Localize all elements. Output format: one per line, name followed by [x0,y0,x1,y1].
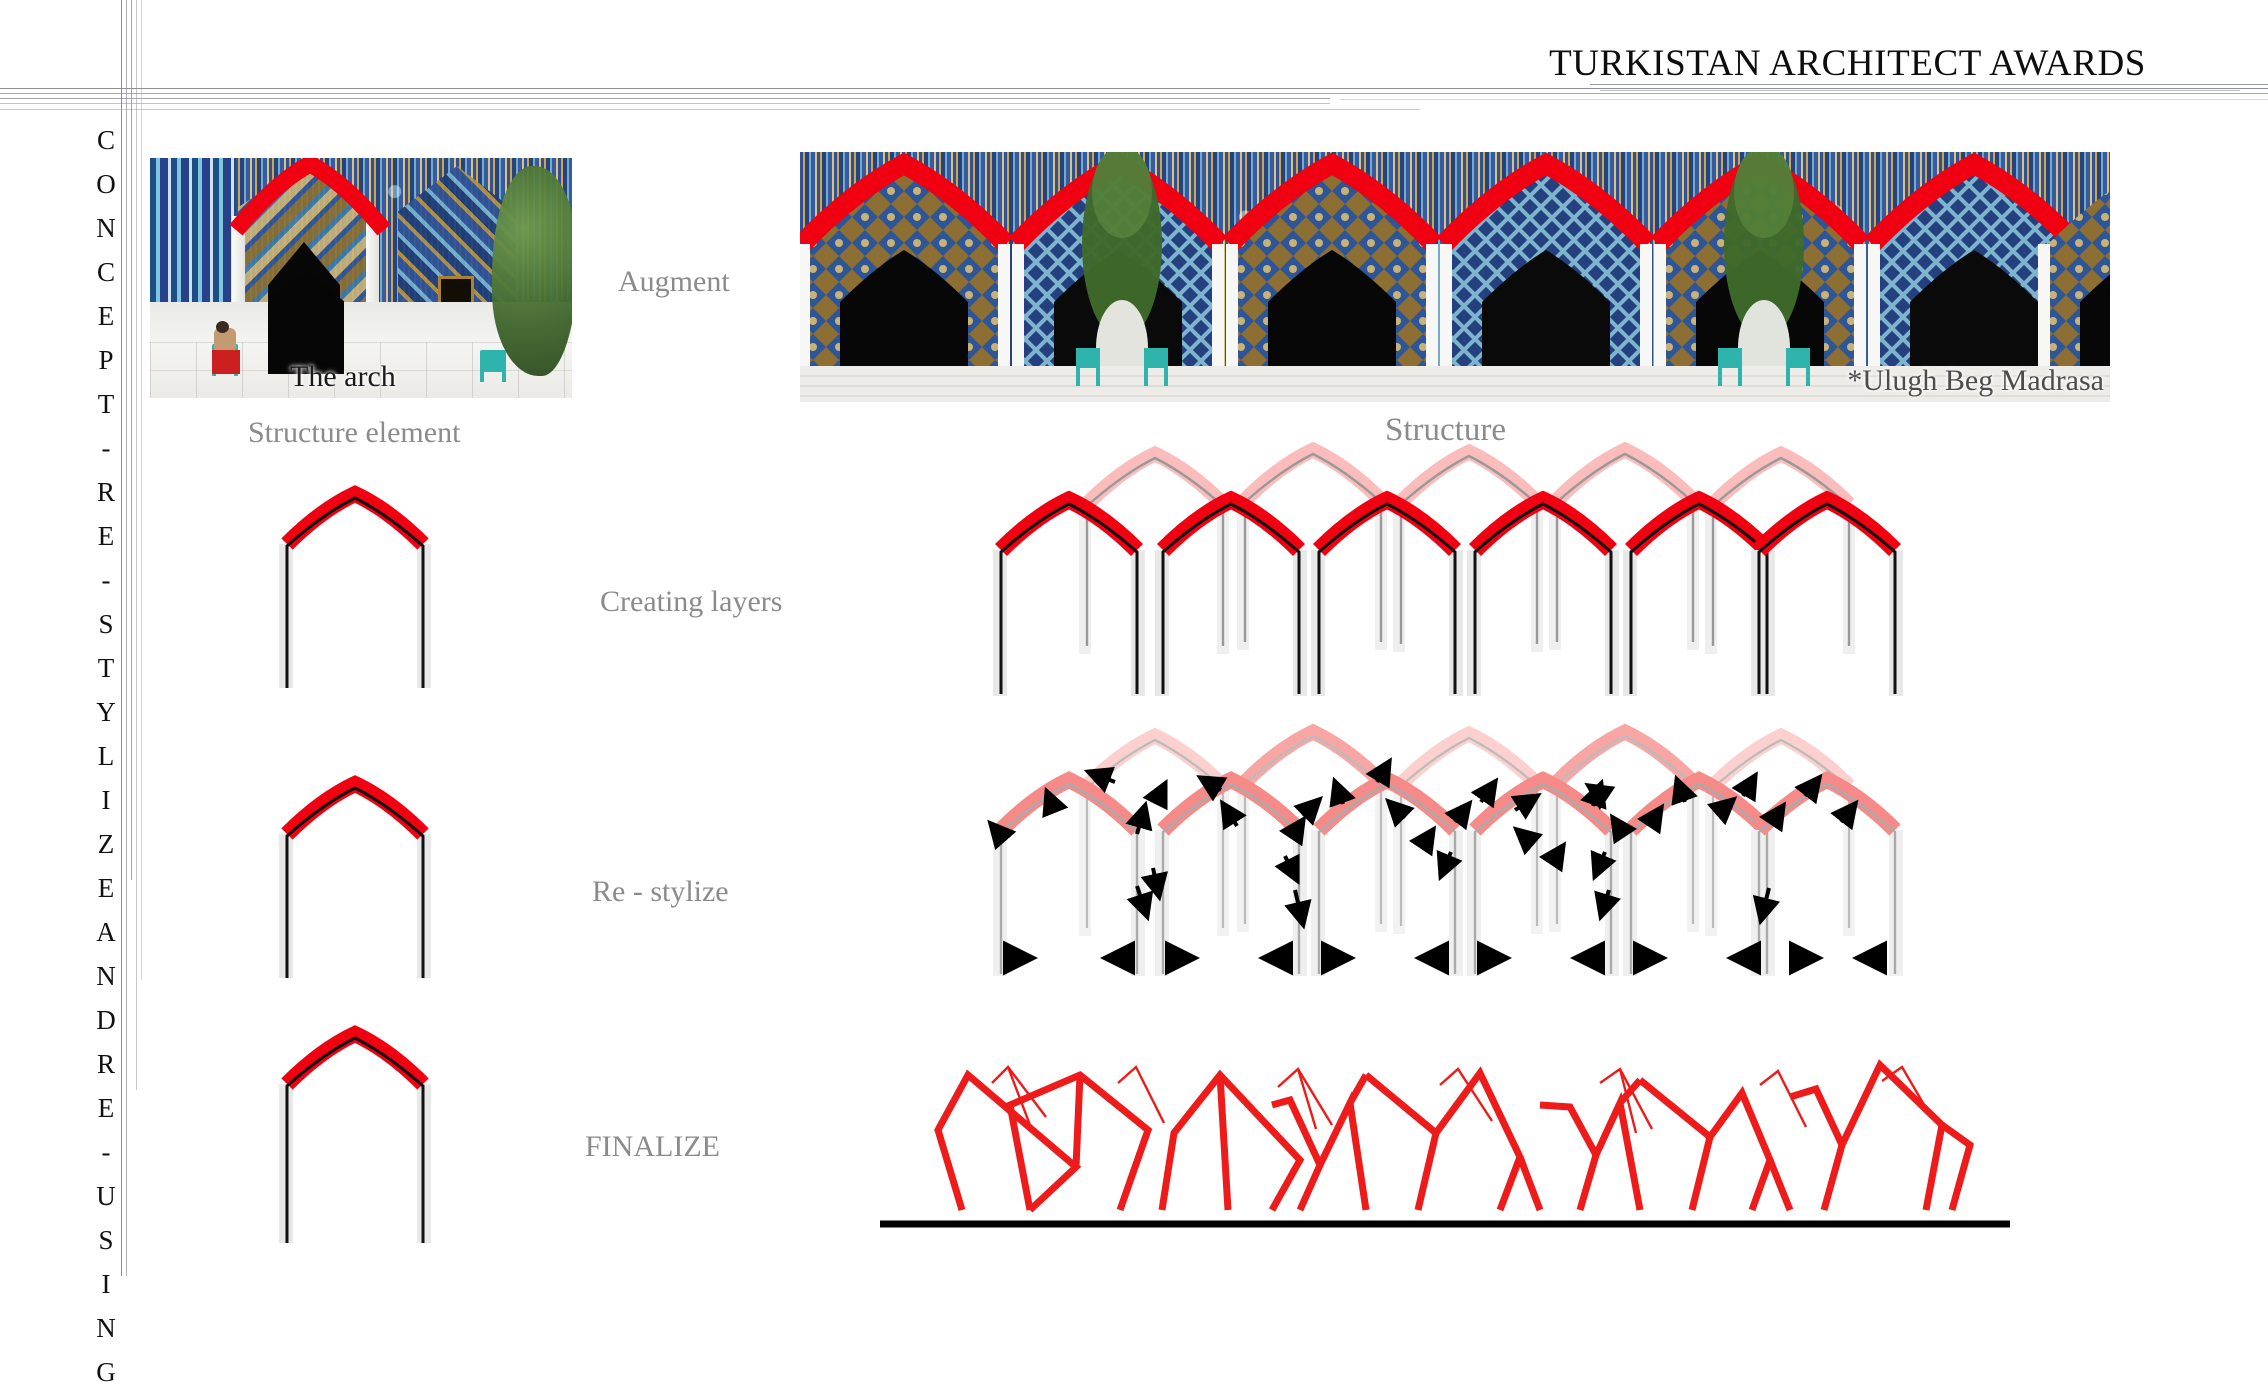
caption-letter: D [96,1005,116,1035]
caption-letter: C [96,257,115,287]
single-arch-row4 [279,1025,431,1243]
structure-element-label: Structure element [248,416,461,449]
caption-letter: E [97,301,115,331]
structure-label: Structure [1385,412,1506,448]
structure-element-photo: The arch [150,158,572,398]
single-arch-row2 [279,485,431,688]
step-label-creating-layers: Creating layers [600,585,783,618]
caption-letter: E [97,1093,115,1123]
structure-panorama-photo: *Ulugh Beg Madrasa [800,152,2110,402]
caption-letter: I [101,1269,111,1299]
caption-letter: - [101,433,111,463]
caption-letter: Z [97,829,115,859]
photo-overlay-caption: The arch [290,360,396,393]
caption-letter: R [96,1049,115,1079]
caption-letter: E [97,873,115,903]
caption-letter: L [97,741,115,771]
seated-person-head [216,321,229,333]
vertical-concept-caption: C O N C E P T - R E - S T Y L I Z E A N … [84,118,128,1394]
caption-letter: N [96,213,116,243]
caption-letter: R [96,477,115,507]
caption-letter: T [97,389,115,419]
caption-letter: - [101,1137,111,1167]
caption-letter: C [96,125,115,155]
page-title: TURKISTAN ARCHITECT AWARDS [1549,43,2146,84]
caption-letter: T [97,653,115,683]
caption-letter: A [96,917,116,947]
caption-letter: E [97,521,115,551]
restylize-arrows-diagram [987,723,1903,976]
caption-letter: O [96,169,116,199]
presentation-board: TURKISTAN ARCHITECT AWARDS C O N C E P T… [0,0,2268,1387]
caption-letter: Y [96,697,116,727]
caption-letter: N [96,961,116,991]
panorama-credit-caption: *Ulugh Beg Madrasa [1847,364,2104,397]
seated-person-skirt [212,350,240,374]
single-arch-row3 [279,775,431,978]
caption-letter: S [98,1225,114,1255]
caption-letter: P [98,345,114,375]
layered-arches-diagram [993,441,1903,696]
step-label-finalize: FINALIZE [585,1130,720,1163]
step-label-augment: Augment [618,265,730,298]
caption-letter: S [98,609,114,639]
step-label-restylize: Re - stylize [592,875,729,908]
caption-letter: I [101,785,111,815]
finalize-deconstructed-diagram [880,1059,2010,1228]
tree [492,166,572,376]
caption-letter: G [96,1357,116,1387]
caption-letter: U [96,1181,116,1211]
caption-letter: - [101,565,111,595]
red-arch-highlight [229,158,391,236]
caption-letter: N [96,1313,116,1343]
left-pilaster-band [150,158,236,308]
chair-right [480,350,506,383]
